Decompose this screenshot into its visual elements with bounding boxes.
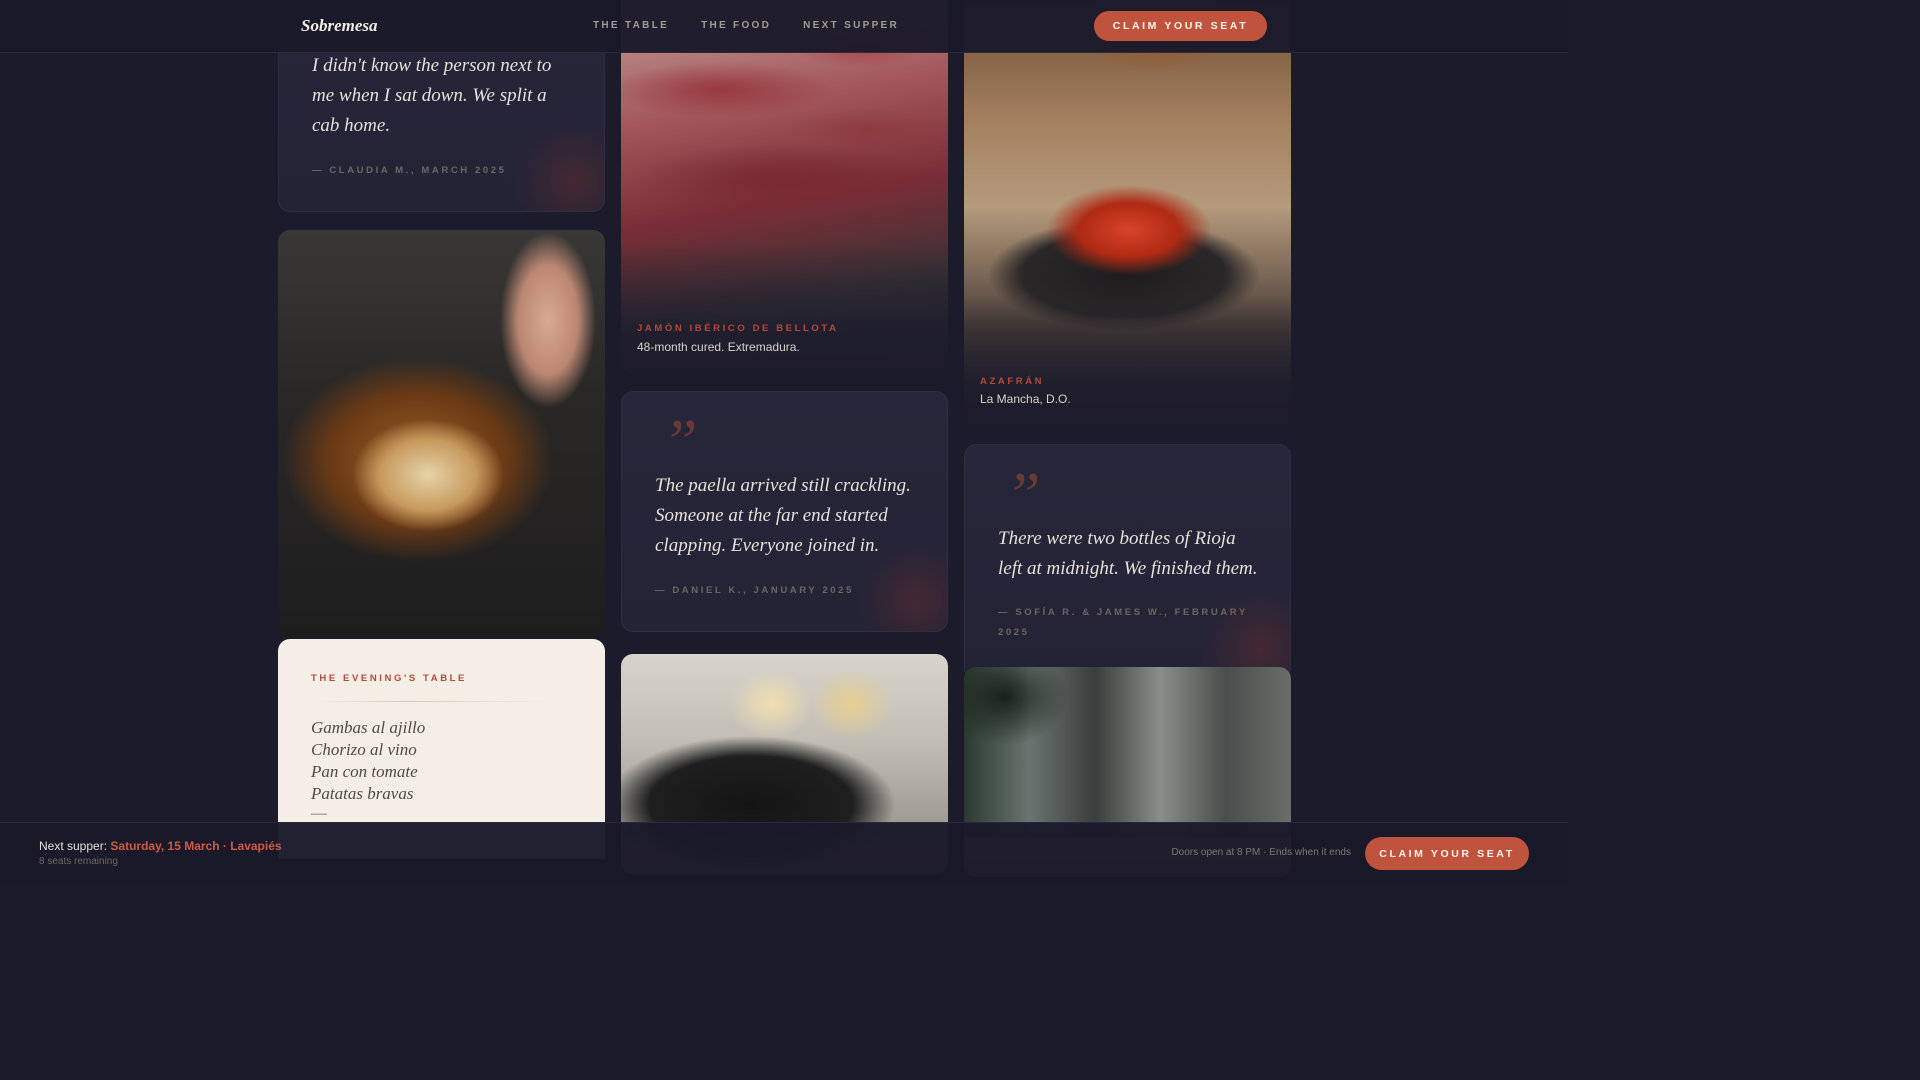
menu-dash: — — [311, 805, 327, 822]
next-supper-bar: Next supper: Saturday, 15 March · Lavapi… — [0, 822, 1568, 882]
bread-photo — [278, 230, 605, 638]
dish-label: AZAFRÁN — [980, 376, 1045, 387]
testimonial-quote: The paella arrived still crackling. Some… — [655, 475, 911, 556]
bread-photo-card — [278, 230, 605, 638]
nav-link-next-supper[interactable]: NEXT SUPPER — [803, 20, 899, 31]
testimonial-quote: There were two bottles of Rioja left at … — [998, 528, 1258, 579]
testimonial-author: — SOFÍA R. & JAMES W., FEBRUARY 2025 — [998, 607, 1248, 638]
menu-label: THE EVENING'S TABLE — [311, 673, 467, 684]
menu-item: Gambas al ajillo — [311, 718, 426, 737]
quote-mark-icon: ” — [1005, 459, 1041, 530]
next-supper-line: Next supper: Saturday, 15 March · Lavapi… — [39, 839, 282, 853]
menu-divider — [311, 701, 551, 702]
site-header: Sobremesa THE TABLE THE FOOD NEXT SUPPER… — [0, 0, 1568, 53]
nav-link-the-table[interactable]: THE TABLE — [593, 20, 669, 31]
saffron-photo-card: AZAFRÁN La Mancha, D.O. — [964, 0, 1291, 425]
menu-item: Chorizo al vino — [311, 740, 417, 759]
main-nav: THE TABLE THE FOOD NEXT SUPPER — [593, 20, 899, 31]
testimonial-card: ” The paella arrived still crackling. So… — [621, 391, 948, 632]
dish-label: JAMÓN IBÉRICO DE BELLOTA — [637, 323, 839, 334]
logo[interactable]: Sobremesa — [301, 16, 378, 36]
next-supper-prefix: Next supper: — [39, 839, 108, 853]
dish-description: La Mancha, D.O. — [980, 392, 1071, 406]
dish-description: 48-month cured. Extremadura. — [637, 340, 800, 354]
seats-remaining: 8 seats remaining — [39, 856, 118, 867]
claim-seat-button-footer[interactable]: CLAIM YOUR SEAT — [1365, 837, 1529, 870]
menu-item: Patatas bravas — [311, 784, 414, 803]
testimonial-author: — CLAUDIA M., MARCH 2025 — [312, 165, 507, 176]
doors-info: Doors open at 8 PM · Ends when it ends — [1171, 847, 1351, 858]
claim-seat-button[interactable]: CLAIM YOUR SEAT — [1094, 11, 1267, 41]
nav-link-the-food[interactable]: THE FOOD — [701, 20, 771, 31]
testimonial-quote: I didn't know the person next to me when… — [312, 55, 552, 136]
quote-mark-icon: ” — [662, 406, 698, 477]
next-supper-date-location: Saturday, 15 March · Lavapiés — [110, 839, 282, 853]
menu-list: Gambas al ajillo Chorizo al vino Pan con… — [311, 717, 425, 805]
testimonial-author: — DANIEL K., JANUARY 2025 — [655, 585, 854, 596]
jamon-photo-card: JAMÓN IBÉRICO DE BELLOTA 48-month cured.… — [621, 0, 948, 372]
testimonial-card: ” There were two bottles of Rioja left a… — [964, 444, 1291, 680]
menu-item: Pan con tomate — [311, 762, 418, 781]
